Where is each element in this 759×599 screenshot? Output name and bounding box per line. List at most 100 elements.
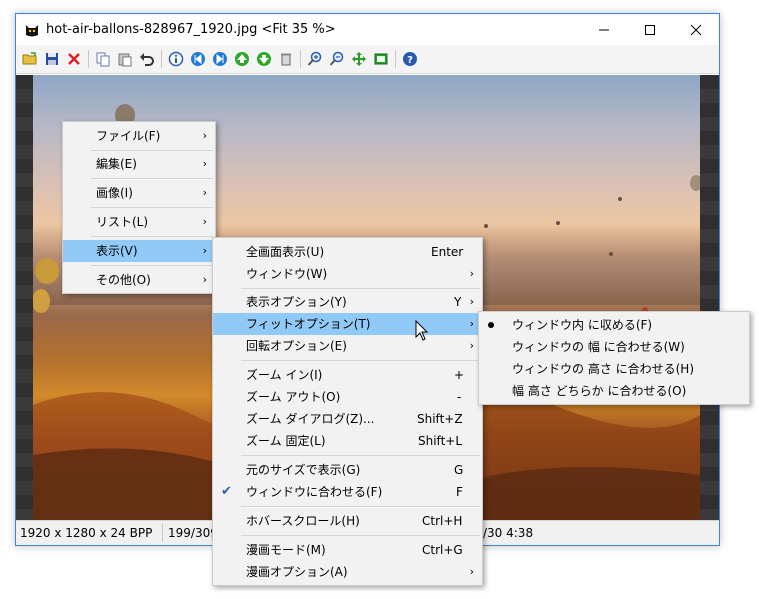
zoom-in-button[interactable] — [304, 48, 326, 70]
next-icon — [257, 52, 271, 66]
close-icon — [690, 24, 702, 35]
fit-button[interactable] — [348, 48, 370, 70]
menu-item-zoom-lock[interactable]: ズーム 固定(L) Shift+L — [213, 430, 482, 452]
menu-item-label: ウィンドウの 幅 に合わせる(W) — [512, 340, 685, 354]
maximize-icon — [645, 24, 655, 35]
info-button[interactable] — [165, 48, 187, 70]
menu-item-window[interactable]: ウィンドウ(W) › — [213, 263, 482, 285]
first-button[interactable] — [187, 48, 209, 70]
minimize-button[interactable] — [581, 14, 627, 45]
zoom-out-icon — [329, 51, 344, 66]
chevron-right-icon: › — [202, 157, 207, 170]
toolbar-separator — [395, 50, 396, 68]
status-position: 199/309 — [168, 526, 218, 540]
prev-button[interactable] — [231, 48, 253, 70]
menu-item-label: ウィンドウ(W) — [246, 267, 328, 281]
menu-separator — [91, 207, 213, 208]
menu-separator — [241, 288, 480, 289]
save-button[interactable] — [41, 48, 63, 70]
last-icon — [213, 52, 227, 66]
menu-item-zoom-dialog[interactable]: ズーム ダイアログ(Z)... Shift+Z — [213, 408, 482, 430]
menu-item-fit-window[interactable]: ✔ ウィンドウに合わせる(F) F — [213, 481, 482, 503]
undo-button[interactable] — [136, 48, 158, 70]
close-button[interactable] — [673, 14, 719, 45]
chevron-right-icon: › — [469, 267, 474, 280]
copy-button[interactable] — [92, 48, 114, 70]
menu-item-zoom-in[interactable]: ズーム イン(I) + — [213, 364, 482, 386]
chevron-right-icon: › — [202, 215, 207, 228]
menu-item-manga-mode[interactable]: 漫画モード(M) Ctrl+G — [213, 539, 482, 561]
menu-item-image[interactable]: 画像(I) › — [63, 182, 215, 204]
menu-item-label: 表示オプション(Y) — [246, 295, 347, 309]
menu-separator — [241, 360, 480, 361]
menu-item-fit-height[interactable]: ウィンドウの 高さ に合わせる(H) — [479, 358, 749, 380]
menu-item-zoom-out[interactable]: ズーム アウト(O) - — [213, 386, 482, 408]
menu-item-label: ズーム ダイアログ(Z)... — [246, 412, 375, 426]
help-icon: ? — [403, 52, 417, 66]
delete-icon — [68, 53, 80, 65]
menu-item-label: ウィンドウの 高さ に合わせる(H) — [512, 362, 695, 376]
menu-item-shortcut: - — [457, 390, 462, 404]
menu-item-fit-inside[interactable]: ウィンドウ内 に収める(F) — [479, 314, 749, 336]
menu-item-fullscreen[interactable]: 全画面表示(U) Enter — [213, 241, 482, 263]
status-date: /30 4:38 — [483, 526, 534, 540]
view-submenu: 全画面表示(U) Enter ウィンドウ(W) › 表示オプション(Y) Y ›… — [212, 237, 483, 586]
paste-button[interactable] — [114, 48, 136, 70]
menu-item-other[interactable]: その他(O) › — [63, 269, 215, 291]
fullscreen-icon — [374, 53, 388, 65]
menu-item-shortcut: Y — [454, 295, 462, 309]
help-button[interactable]: ? — [399, 48, 421, 70]
toolbar: ? — [16, 45, 719, 74]
menu-item-label: 漫画オプション(A) — [246, 565, 348, 579]
fullscreen-button[interactable] — [370, 48, 392, 70]
menu-item-display-options[interactable]: 表示オプション(Y) Y › — [213, 291, 482, 313]
cat-app-icon — [26, 24, 38, 36]
chevron-right-icon: › — [202, 273, 207, 286]
menu-item-view[interactable]: 表示(V) › — [63, 240, 215, 262]
zoom-in-icon — [307, 51, 322, 66]
title-bar[interactable]: hot-air-ballons-828967_1920.jpg <Fit 35 … — [16, 14, 719, 45]
menu-item-label: ズーム アウト(O) — [246, 390, 341, 404]
fit-icon — [352, 52, 366, 66]
trash-button[interactable] — [275, 48, 297, 70]
chevron-right-icon: › — [469, 295, 474, 308]
prev-icon — [235, 52, 249, 66]
menu-item-label: その他(O) — [96, 273, 151, 287]
menu-item-label: ファイル(F) — [96, 129, 161, 143]
menu-item-shortcut: Shift+Z — [417, 412, 463, 426]
menu-item-label: リスト(L) — [96, 215, 149, 229]
toolbar-separator — [300, 50, 301, 68]
paste-icon — [118, 53, 132, 67]
menu-item-fit-width[interactable]: ウィンドウの 幅 に合わせる(W) — [479, 336, 749, 358]
menu-item-shortcut: + — [454, 368, 465, 382]
zoom-out-button[interactable] — [326, 48, 348, 70]
menu-item-label: 回転オプション(E) — [246, 339, 347, 353]
menu-item-label: 編集(E) — [96, 157, 137, 171]
menu-item-label: フィットオプション(T) — [246, 317, 371, 331]
menu-item-hover-scroll[interactable]: ホバースクロール(H) Ctrl+H — [213, 510, 482, 532]
undo-icon — [140, 53, 154, 66]
menu-item-manga-options[interactable]: 漫画オプション(A) › — [213, 561, 482, 583]
menu-item-fit-either[interactable]: 幅 高さ どちらか に合わせる(O) — [479, 380, 749, 402]
chevron-right-icon: › — [469, 339, 474, 352]
next-button[interactable] — [253, 48, 275, 70]
status-divider — [162, 524, 163, 542]
menu-item-fit-options[interactable]: フィットオプション(T) › — [213, 313, 482, 335]
menu-separator — [241, 535, 480, 536]
open-button[interactable] — [19, 48, 41, 70]
delete-button[interactable] — [63, 48, 85, 70]
maximize-button[interactable] — [627, 14, 673, 45]
menu-item-label: 画像(I) — [96, 186, 133, 200]
menu-item-label: 表示(V) — [96, 244, 138, 258]
menu-item-file[interactable]: ファイル(F) › — [63, 125, 215, 147]
menu-item-label: 元のサイズで表示(G) — [246, 463, 361, 477]
menu-item-list[interactable]: リスト(L) › — [63, 211, 215, 233]
radio-bullet-icon — [488, 322, 494, 328]
menu-item-edit[interactable]: 編集(E) › — [63, 153, 215, 175]
menu-item-original-size[interactable]: 元のサイズで表示(G) G — [213, 459, 482, 481]
status-dimensions: 1920 x 1280 x 24 BPP — [20, 526, 153, 540]
menu-item-rotate-options[interactable]: 回転オプション(E) › — [213, 335, 482, 357]
context-menu: ファイル(F) › 編集(E) › 画像(I) › リスト(L) › 表示(V)… — [62, 121, 216, 294]
last-button[interactable] — [209, 48, 231, 70]
menu-item-label: ズーム 固定(L) — [246, 434, 326, 448]
